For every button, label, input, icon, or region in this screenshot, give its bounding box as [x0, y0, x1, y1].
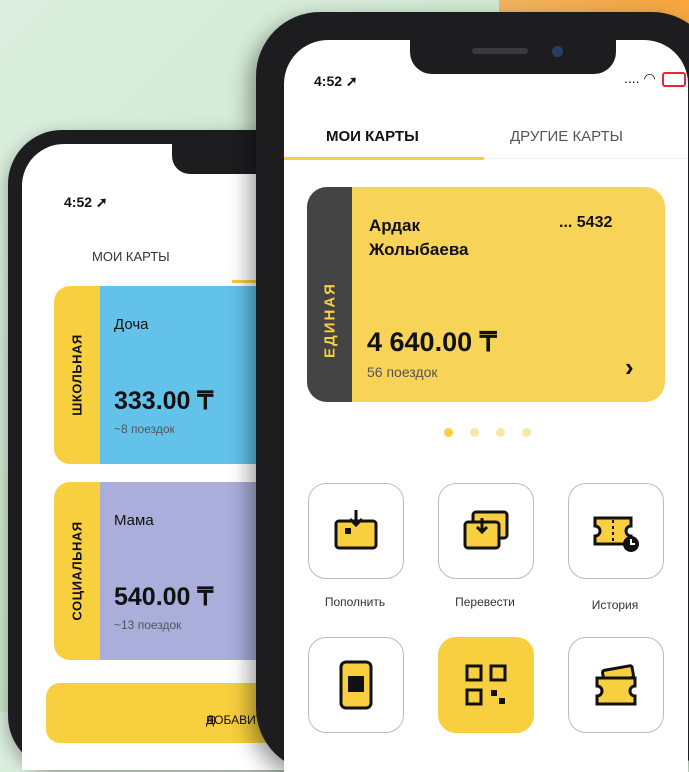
card-rides: 56 поездок: [367, 364, 438, 380]
chevron-right-icon[interactable]: ›: [625, 352, 634, 383]
transfer-icon: [463, 510, 509, 550]
card-number: ... 5432: [559, 214, 613, 231]
history-icon: [593, 516, 639, 552]
card-rides: ~13 поездок: [114, 618, 182, 632]
speaker-grille: [472, 48, 528, 54]
camera-icon: [552, 46, 563, 57]
tab-my-cards[interactable]: МОИ КАРТЫ: [92, 249, 170, 264]
card-rides: ~8 поездок: [114, 422, 175, 436]
location-arrow-icon: ➚: [345, 73, 358, 89]
top-up-button[interactable]: [308, 483, 404, 579]
card-name: Мама: [114, 512, 154, 529]
phone-notch: [410, 40, 616, 74]
pager-dot[interactable]: [522, 428, 531, 437]
qr-pay-button[interactable]: [438, 637, 534, 733]
card-balance: 333.00 ₸: [114, 387, 214, 415]
status-time: 4:52 ➚: [314, 73, 358, 89]
front-phone-screen: 4:52 ➚ .... ◠ МОИ КАРТЫ ДРУГИЕ КАРТЫ ЕДИ…: [284, 40, 688, 772]
tab-indicator: [284, 157, 484, 160]
battery-icon: [661, 71, 686, 87]
transfer-label: Перевести: [455, 595, 515, 609]
card-unified[interactable]: ЕДИНАЯ Ардак Жолыбаева ... 5432 4 640.00…: [307, 187, 665, 402]
card-name: Доча: [114, 316, 149, 333]
front-phone: 4:52 ➚ .... ◠ МОИ КАРТЫ ДРУГИЕ КАРТЫ ЕДИ…: [256, 12, 689, 772]
card-type-strip: ШКОЛЬНАЯ: [54, 286, 100, 464]
location-arrow-icon: ➚: [95, 194, 108, 210]
card-type-strip: СОЦИАЛЬНАЯ: [54, 482, 100, 660]
phone-payment-icon: [339, 660, 373, 710]
ticket-icon: [595, 664, 637, 706]
card-balance: 4 640.00 ₸: [367, 327, 497, 357]
card-balance: 540.00 ₸: [114, 583, 214, 611]
wifi-icon: ◠: [643, 70, 656, 86]
tab-my-cards[interactable]: МОИ КАРТЫ: [326, 128, 419, 145]
card-pager: [444, 424, 548, 442]
status-icons: .... ◠: [624, 70, 686, 87]
pager-dot[interactable]: [470, 428, 479, 437]
history-button[interactable]: [568, 483, 664, 579]
top-up-label: Пополнить: [324, 595, 386, 609]
card-type-strip: ЕДИНАЯ: [307, 187, 352, 402]
ticket-button[interactable]: [568, 637, 664, 733]
history-label: История: [591, 598, 639, 612]
tab-other-cards[interactable]: ДРУГИЕ КАРТЫ: [510, 128, 623, 145]
signal-icon: ....: [624, 70, 640, 86]
card-holder-name: Ардак Жолыбаева: [369, 216, 469, 259]
top-up-icon: [334, 510, 378, 550]
pager-dot[interactable]: [444, 428, 453, 437]
phone-payment-button[interactable]: [308, 637, 404, 733]
status-time: 4:52 ➚: [64, 194, 108, 210]
transfer-button[interactable]: [438, 483, 534, 579]
pager-dot[interactable]: [496, 428, 505, 437]
qr-code-icon: [465, 664, 507, 706]
